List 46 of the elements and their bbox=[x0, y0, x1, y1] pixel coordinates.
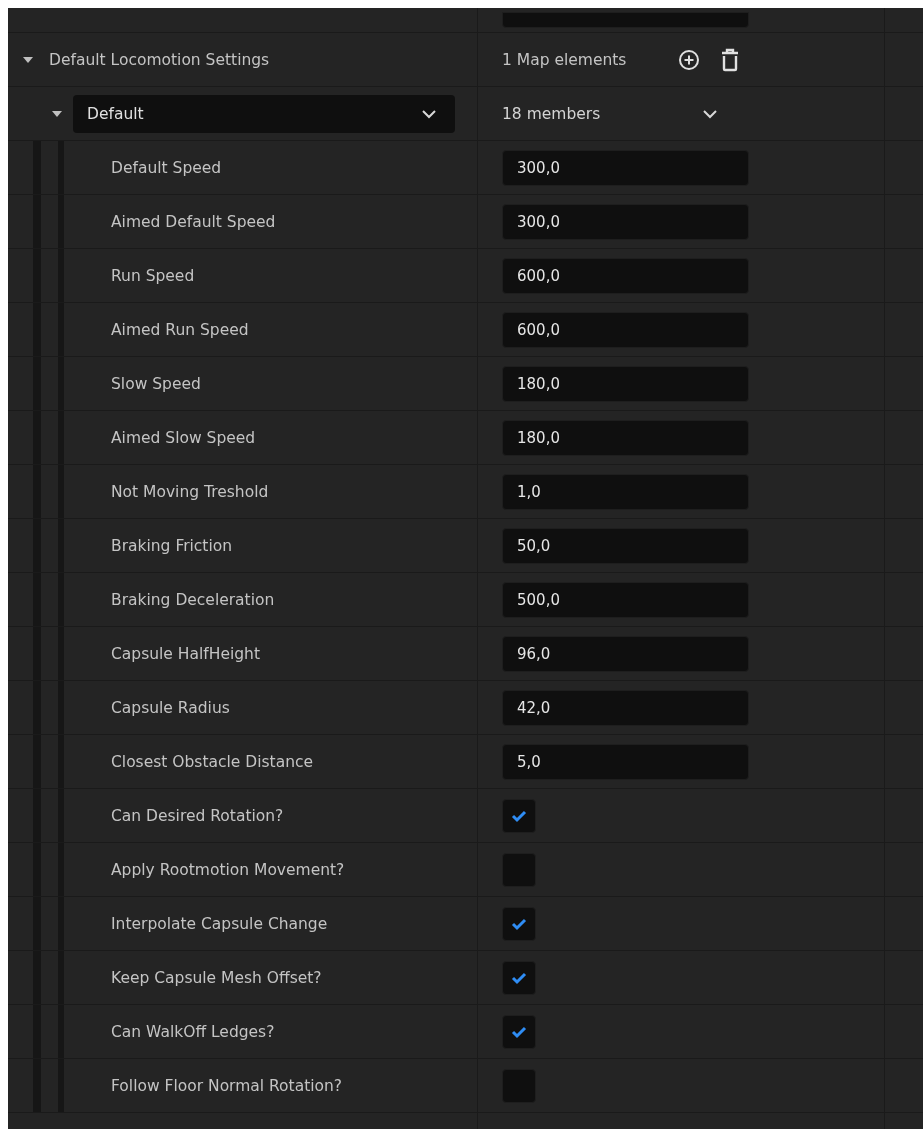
number-field[interactable]: 1,0 bbox=[502, 473, 749, 510]
checkbox[interactable] bbox=[502, 960, 536, 995]
delete-icon[interactable] bbox=[720, 47, 740, 72]
checkmark-icon bbox=[511, 1024, 527, 1039]
chevron-down-icon bbox=[421, 108, 437, 119]
members-dropdown[interactable]: 18 members bbox=[502, 104, 720, 123]
chevron-down-icon bbox=[702, 108, 718, 119]
number-field[interactable]: 50,0 bbox=[502, 527, 749, 564]
number-field[interactable]: 42,0 bbox=[502, 689, 749, 726]
add-icon[interactable] bbox=[678, 48, 700, 71]
checkmark-icon bbox=[511, 970, 527, 985]
key-dropdown[interactable]: Default bbox=[73, 94, 455, 133]
checkmark-icon bbox=[511, 808, 527, 823]
property-label: Slow Speed bbox=[111, 374, 201, 393]
number-field[interactable]: 600,0 bbox=[502, 257, 749, 294]
checkbox[interactable] bbox=[502, 798, 536, 833]
checkmark-icon bbox=[511, 916, 527, 931]
property-label: Can Desired Rotation? bbox=[111, 806, 284, 825]
number-field[interactable]: 180,0 bbox=[502, 365, 749, 402]
property-label: Interpolate Capsule Change bbox=[111, 914, 328, 933]
property-label: Capsule Radius bbox=[111, 698, 230, 717]
number-field[interactable]: 5,0 bbox=[502, 743, 749, 780]
number-field[interactable]: 500,0 bbox=[502, 581, 749, 618]
property-label: Aimed Slow Speed bbox=[111, 428, 256, 447]
checkbox[interactable] bbox=[502, 1014, 536, 1049]
property-label: Default Locomotion Settings bbox=[49, 50, 270, 69]
property-label: Keep Capsule Mesh Offset? bbox=[111, 968, 322, 987]
property-label: Default Speed bbox=[111, 158, 222, 177]
number-field[interactable]: 600,0 bbox=[502, 311, 749, 348]
property-label: Braking Friction bbox=[111, 536, 233, 555]
property-label: Run Speed bbox=[111, 266, 195, 285]
number-field[interactable]: 300,0 bbox=[502, 149, 749, 186]
property-label: Follow Floor Normal Rotation? bbox=[111, 1076, 343, 1095]
property-label: Closest Obstacle Distance bbox=[111, 752, 314, 771]
property-label: Aimed Run Speed bbox=[111, 320, 249, 339]
checkbox[interactable] bbox=[502, 906, 536, 941]
map-count-label: 1 Map elements bbox=[502, 50, 628, 69]
property-label: Braking Deceleration bbox=[111, 590, 275, 609]
property-label: Apply Rootmotion Movement? bbox=[111, 860, 345, 879]
number-field[interactable]: 300,0 bbox=[502, 203, 749, 240]
property-label: Can WalkOff Ledges? bbox=[111, 1022, 275, 1041]
number-field[interactable]: 180,0 bbox=[502, 419, 749, 456]
property-label: Aimed Default Speed bbox=[111, 212, 276, 231]
property-label: Not Moving Treshold bbox=[111, 482, 269, 501]
number-field[interactable]: 96,0 bbox=[502, 635, 749, 672]
property-label: Capsule HalfHeight bbox=[111, 644, 260, 663]
